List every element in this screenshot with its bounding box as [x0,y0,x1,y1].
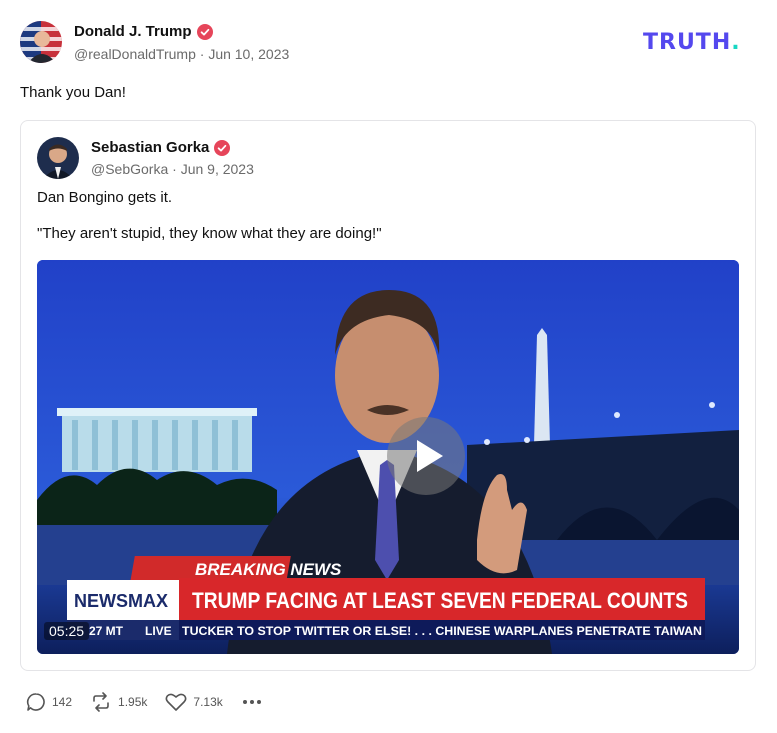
author-handle-line: @realDonaldTrump · Jun 10, 2023 [74,46,289,62]
headline-text: TRUMP FACING AT LEAST SEVEN FEDERAL COUN… [192,588,688,613]
live-text: LIVE [145,624,172,638]
quote-text-line2: "They aren't stupid, they know what they… [37,225,382,242]
retruth-count: 1.95k [118,695,148,709]
quote-author-name-text[interactable]: Sebastian Gorka [91,139,209,156]
logo-text: TRUTH [643,30,732,55]
video-duration: 05:25 [44,622,90,640]
play-icon [417,440,443,472]
like-button[interactable]: 7.13k [165,692,223,712]
more-dots-icon [242,700,261,704]
post-actions: 142 1.95k 7.13k [26,692,281,712]
author-avatar[interactable] [20,21,62,63]
verified-badge-icon [214,139,231,156]
banner-top-text: BREAKING NEWS [195,560,342,579]
quote-text-line1: Dan Bongino gets it. [37,189,173,206]
heart-icon [165,693,187,711]
quote-post-date[interactable]: Jun 9, 2023 [181,161,254,177]
post-date[interactable]: Jun 10, 2023 [208,46,289,62]
meta-separator: · [195,46,209,62]
quote-author-handle[interactable]: @SebGorka [91,161,168,177]
author-name[interactable]: Donald J. Trump [74,23,213,40]
retruth-icon [93,692,109,712]
retruth-button[interactable]: 1.95k [90,692,147,712]
reply-count: 142 [52,695,73,709]
clock-text: 27 MT [89,624,124,638]
network-text: NEWSMAX [74,591,168,611]
post-text: Thank you Dan! [20,84,126,101]
video-player[interactable]: BREAKING NEWS NEWSMAX TRUMP FACING AT LE… [37,260,739,654]
post-card: Donald J. Trump @realDonaldTrump · Jun 1… [0,0,777,733]
verified-badge-icon [196,23,213,40]
quote-author-avatar[interactable] [37,137,79,179]
comment-icon [26,693,45,711]
play-button[interactable] [387,417,465,495]
truth-logo[interactable]: TRUTH. [643,30,741,55]
ticker-text: TUCKER TO STOP TWITTER OR ELSE! . . . CH… [182,624,702,638]
like-count: 7.13k [193,695,223,709]
author-handle[interactable]: @realDonaldTrump [74,46,196,62]
author-name-text[interactable]: Donald J. Trump [74,23,192,40]
quote-author-name[interactable]: Sebastian Gorka [91,139,231,156]
more-options-button[interactable] [241,692,263,712]
meta-separator: · [168,161,181,177]
reply-button[interactable]: 142 [26,692,72,712]
logo-dot: . [731,30,741,55]
quote-author-handle-line: @SebGorka · Jun 9, 2023 [91,161,254,177]
